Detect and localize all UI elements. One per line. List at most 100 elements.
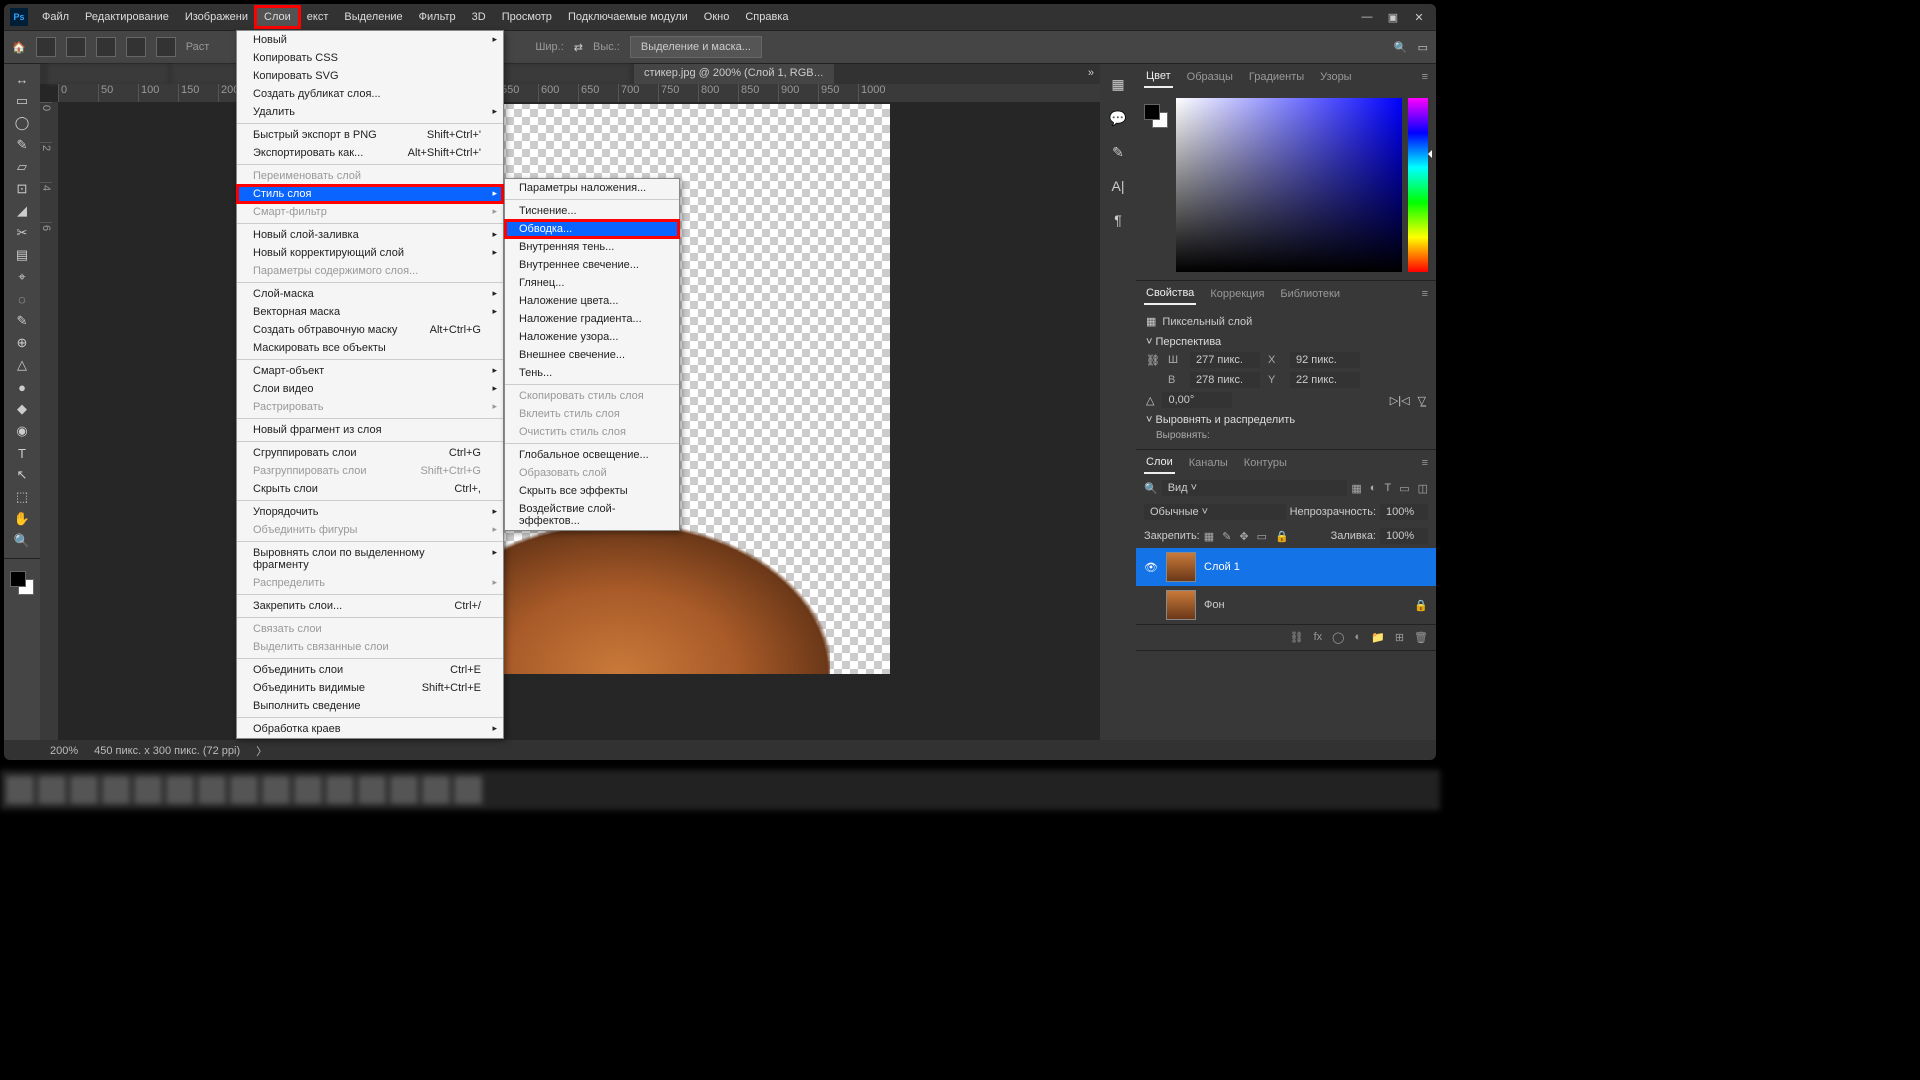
menu-item[interactable]: Быстрый экспорт в PNGShift+Ctrl+' [237,126,503,144]
menu-item[interactable]: Копировать SVG [237,67,503,85]
filter-type-icon[interactable]: T [1384,482,1391,495]
layer-fx-icon[interactable]: fx [1314,631,1323,644]
os-taskbar[interactable] [0,770,1440,810]
menu-item[interactable]: Маскировать все объекты [237,339,503,357]
menu-справка[interactable]: Справка [737,7,796,27]
layer-row[interactable]: 👁 Слой 1 [1136,548,1436,586]
maximize-button[interactable]: ▣ [1380,11,1406,24]
group-icon[interactable]: 📁 [1371,631,1385,644]
color-picker[interactable] [1136,90,1436,280]
panel-menu-icon[interactable]: ≡ [1422,457,1428,469]
menu-изображени[interactable]: Изображени [177,7,256,27]
swap-wh-icon[interactable]: ⇄ [574,41,583,54]
panel-menu-icon[interactable]: ≡ [1422,71,1428,83]
character-icon[interactable]: A| [1108,176,1128,196]
tool-button[interactable]: ▤ [8,244,36,266]
tool-button[interactable]: ✎ [8,310,36,332]
tool-button[interactable]: ▭ [8,90,36,112]
submenu-item[interactable]: Воздействие слой-эффектов... [505,500,679,530]
menu-слои[interactable]: Слои [256,7,299,27]
tool-button[interactable]: ◢ [8,200,36,222]
angle-value[interactable]: 0,00° [1162,392,1232,408]
menu-выделение[interactable]: Выделение [336,7,410,27]
menu-item[interactable]: Копировать CSS [237,49,503,67]
status-chevron-icon[interactable]: 〉 [256,743,267,759]
color-swatches[interactable] [10,571,34,595]
menu-подключаемые модули[interactable]: Подключаемые модули [560,7,696,27]
marquee-preset-icon[interactable] [36,37,56,57]
submenu-item[interactable]: Скрыть все эффекты [505,482,679,500]
select-and-mask-button[interactable]: Выделение и маска... [630,36,762,58]
submenu-item[interactable]: Наложение цвета... [505,292,679,310]
panel-tab[interactable]: Каналы [1187,453,1230,473]
panel-tab[interactable]: Коррекция [1208,284,1266,304]
submenu-item[interactable]: Внешнее свечение... [505,346,679,364]
menu-файл[interactable]: Файл [34,7,77,27]
menu-item[interactable]: Скрыть слоиCtrl+, [237,480,503,498]
menu-item[interactable]: Объединить слоиCtrl+E [237,661,503,679]
menu-item[interactable]: Слой-маска [237,285,503,303]
menu-item[interactable]: Новый [237,31,503,49]
menu-item[interactable]: Обработка краев [237,720,503,738]
tabs-overflow-icon[interactable]: » [1082,64,1100,84]
tool-button[interactable]: ✂ [8,222,36,244]
y-value[interactable]: 22 пикс. [1290,372,1360,388]
submenu-item[interactable]: Внутреннее свечение... [505,256,679,274]
layer-mask-icon[interactable]: ◯ [1332,631,1344,644]
submenu-item[interactable]: Внутренняя тень... [505,238,679,256]
panel-tab[interactable]: Образцы [1185,67,1235,87]
history-icon[interactable]: ▦ [1108,74,1128,94]
tool-button[interactable]: ◉ [8,420,36,442]
tool-button[interactable]: ✋ [8,508,36,530]
document-tab-active[interactable]: стикер.jpg @ 200% (Слой 1, RGB/8#) *× [634,64,834,84]
menu-item[interactable]: Новый слой-заливка [237,226,503,244]
document-tab[interactable] [48,64,168,84]
shape-icon-2[interactable] [96,37,116,57]
submenu-item[interactable]: Глянец... [505,274,679,292]
section-perspective[interactable]: ˅ Перспектива [1146,336,1426,348]
menu-фильтр[interactable]: Фильтр [411,7,464,27]
shape-icon-4[interactable] [156,37,176,57]
tool-button[interactable]: T [8,442,36,464]
layer-thumbnail[interactable] [1166,590,1196,620]
tool-button[interactable]: ✎ [8,134,36,156]
layer-row[interactable]: Фон 🔒 [1136,586,1436,624]
search-icon[interactable]: 🔍 [1144,482,1158,495]
blend-mode-dropdown[interactable]: Обычные ˅ [1144,504,1286,520]
adjustment-layer-icon[interactable]: ◐ [1354,631,1361,644]
panel-menu-icon[interactable]: ≡ [1422,288,1428,300]
menu-item[interactable]: Удалить [237,103,503,121]
lock-pixels-icon[interactable]: ✎ [1222,530,1231,543]
menu-item[interactable]: Новый корректирующий слой [237,244,503,262]
submenu-item[interactable]: Обводка... [505,220,679,238]
lock-trans-icon[interactable]: ▦ [1204,530,1214,543]
submenu-item[interactable]: Параметры наложения... [505,179,679,197]
minimize-button[interactable]: — [1354,11,1380,23]
menu-item[interactable]: Объединить видимыеShift+Ctrl+E [237,679,503,697]
submenu-item[interactable]: Тень... [505,364,679,382]
comments-icon[interactable]: 💬 [1108,108,1128,128]
panel-tab[interactable]: Слои [1144,452,1175,474]
search-icon[interactable]: 🔍 [1394,41,1408,54]
section-align[interactable]: ˅ Выровнять и распределить [1146,414,1426,426]
layer-filter-dropdown[interactable]: Вид ˅ [1162,480,1348,496]
brush-icon[interactable]: ✎ [1108,142,1128,162]
menu-item[interactable]: Закрепить слои...Ctrl+/ [237,597,503,615]
color-field[interactable] [1176,98,1402,272]
layer-name[interactable]: Фон [1204,599,1225,611]
tool-button[interactable]: ◯ [8,112,36,134]
filter-smart-icon[interactable]: ◫ [1418,482,1428,495]
menu-просмотр[interactable]: Просмотр [494,7,560,27]
x-value[interactable]: 92 пикс. [1290,352,1360,368]
flip-h-icon[interactable]: ▷|◁ [1390,394,1410,407]
tool-button[interactable]: ● [8,376,36,398]
tool-button[interactable]: ▱ [8,156,36,178]
tool-button[interactable]: 🔍 [8,530,36,552]
menu-item[interactable]: Создать обтравочную маскуAlt+Ctrl+G [237,321,503,339]
fill-value[interactable]: 100% [1380,528,1428,544]
tool-button[interactable]: ⌖ [8,266,36,288]
tool-button[interactable]: ↖ [8,464,36,486]
new-layer-icon[interactable]: ⊞ [1395,631,1404,644]
filter-shape-icon[interactable]: ▭ [1399,482,1409,495]
submenu-item[interactable]: Наложение узора... [505,328,679,346]
